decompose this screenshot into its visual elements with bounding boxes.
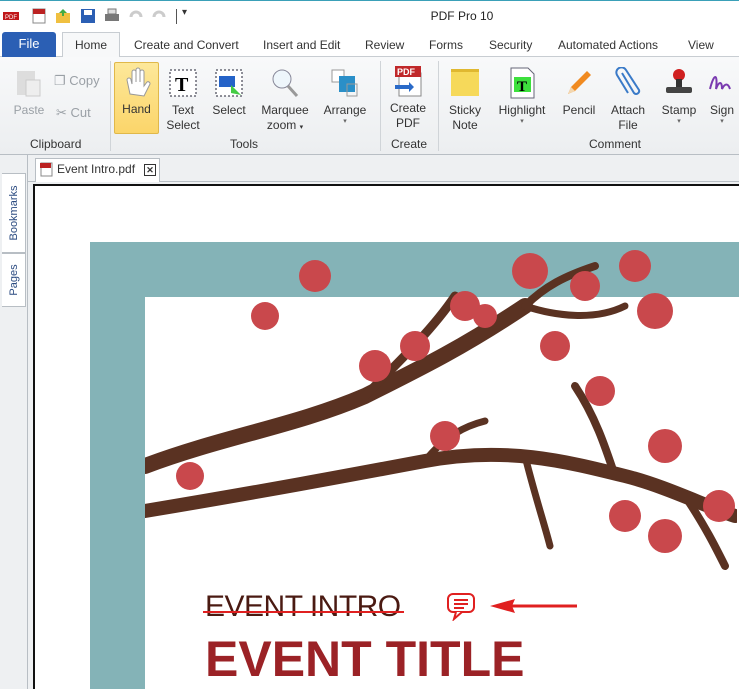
app-title: PDF Pro 10	[430, 9, 494, 23]
tab-file[interactable]: File	[2, 32, 56, 57]
marquee-zoom-button[interactable]: Marquee zoom ▾	[258, 67, 312, 135]
svg-text:T: T	[175, 74, 189, 96]
svg-text:T: T	[517, 79, 527, 95]
attach-file-button[interactable]: Attach File	[608, 67, 648, 133]
close-tab-icon[interactable]: ✕	[144, 164, 156, 176]
sticky-note-icon	[451, 69, 479, 96]
ribbon-tabs: File Home Create and Convert Insert and …	[0, 31, 739, 58]
sign-button[interactable]: Sign ▾	[705, 67, 739, 126]
group-label-comment: Comment	[589, 137, 642, 151]
pencil-icon	[568, 71, 591, 94]
text-select-icon: T	[169, 69, 197, 97]
magnifier-icon	[272, 69, 299, 98]
tab-review[interactable]: Review	[365, 38, 404, 52]
tab-view[interactable]: View	[688, 38, 714, 52]
tab-create-and-convert[interactable]: Create and Convert	[134, 38, 239, 52]
paste-icon	[17, 71, 41, 97]
group-label-clipboard: Clipboard	[30, 137, 82, 151]
tab-home[interactable]: Home	[62, 32, 120, 58]
tab-forms[interactable]: Forms	[429, 38, 463, 52]
select-button[interactable]: Select	[210, 67, 248, 118]
copy-icon: ❐	[54, 73, 66, 88]
copy-button[interactable]: ❐ Copy	[54, 73, 100, 88]
arrange-icon	[331, 69, 358, 97]
signature-icon	[709, 76, 731, 90]
stamp-icon	[666, 69, 692, 93]
text-select-button[interactable]: T Text Select	[164, 67, 202, 133]
stamp-button[interactable]: Stamp ▾	[658, 67, 700, 126]
pdf-page: EVENT INTRO EVENT TITLE	[33, 184, 739, 689]
tab-bookmarks[interactable]: Bookmarks	[2, 173, 26, 253]
paperclip-icon	[615, 67, 641, 95]
side-panel: Bookmarks Pages	[0, 155, 28, 689]
tab-security[interactable]: Security	[489, 38, 532, 52]
event-intro-text: EVENT INTRO	[203, 590, 404, 624]
hand-icon	[125, 67, 150, 97]
create-pdf-icon: PDF	[395, 66, 422, 97]
title-bar: PDF ▾ PDF Pro 10	[0, 0, 739, 31]
cut-button[interactable]: ✂ Cut	[56, 105, 91, 120]
tab-insert-and-edit[interactable]: Insert and Edit	[263, 38, 340, 52]
tab-automated-actions[interactable]: Automated Actions	[558, 38, 658, 52]
highlight-icon: T	[510, 67, 535, 99]
document-tabs: Event Intro.pdf ✕	[28, 155, 739, 182]
arrow-annotation[interactable]	[485, 596, 585, 616]
ribbon: Paste ❐ Copy ✂ Cut Clipboard Hand T Text…	[0, 57, 739, 155]
document-viewer[interactable]: EVENT INTRO EVENT TITLE	[28, 182, 739, 689]
pdf-file-icon	[40, 162, 53, 177]
group-label-tools: Tools	[230, 137, 259, 151]
cherry-blossom-branch-illustration	[145, 250, 737, 570]
create-pdf-button[interactable]: PDF Create PDF	[388, 65, 428, 131]
highlight-button[interactable]: T Highlight ▾	[495, 67, 549, 126]
hand-tool-button[interactable]: Hand	[114, 62, 159, 134]
event-title-text: EVENT TITLE	[205, 631, 525, 687]
comment-note-icon[interactable]	[446, 591, 476, 621]
select-icon	[215, 69, 243, 97]
strikeout-annotation[interactable]	[203, 611, 404, 613]
sticky-note-button[interactable]: Sticky Note	[445, 67, 485, 133]
group-label-create: Create	[391, 137, 428, 151]
arrange-button[interactable]: Arrange ▾	[320, 67, 370, 126]
tab-pages[interactable]: Pages	[2, 253, 26, 307]
pencil-button[interactable]: Pencil	[560, 67, 598, 118]
document-tab[interactable]: Event Intro.pdf ✕	[35, 158, 160, 182]
scissors-icon: ✂	[56, 105, 67, 120]
paste-button[interactable]: Paste	[12, 67, 46, 118]
svg-text:PDF: PDF	[397, 67, 416, 77]
